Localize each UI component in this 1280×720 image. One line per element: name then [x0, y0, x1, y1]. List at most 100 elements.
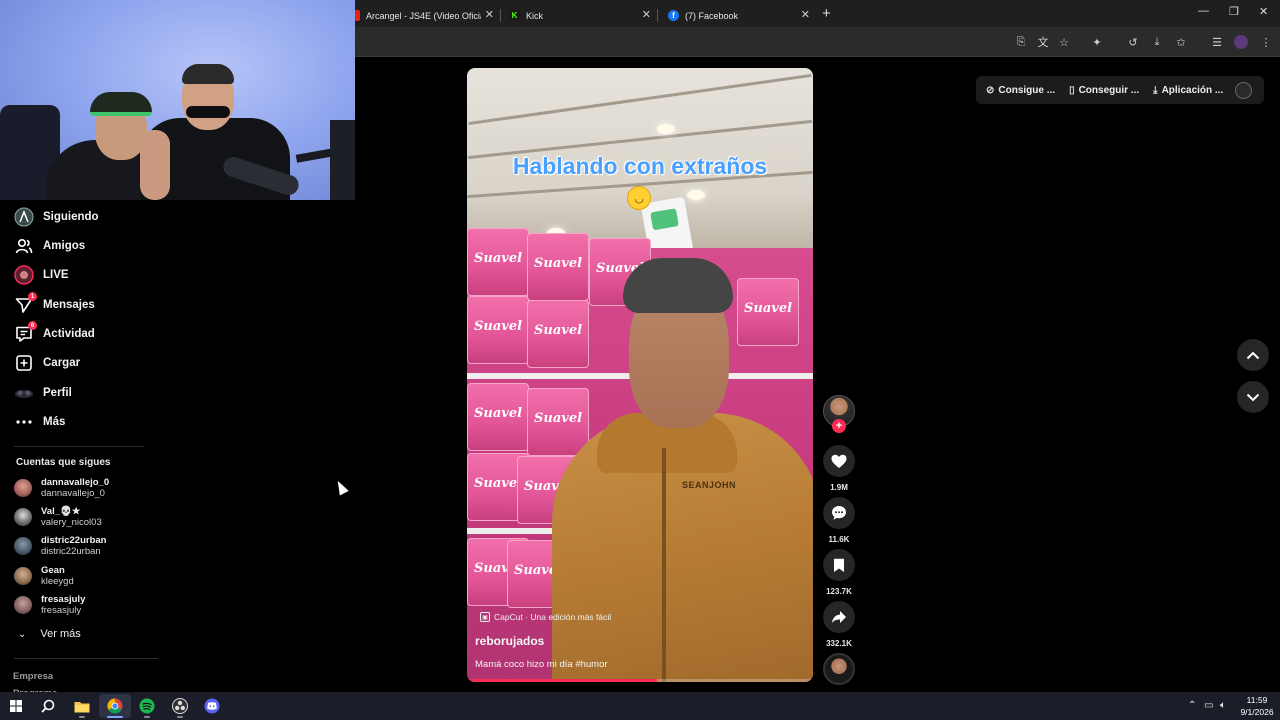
- close-tab-icon[interactable]: ✕: [642, 8, 651, 21]
- download-app-button[interactable]: ⤓ Aplicación ...: [1153, 85, 1223, 96]
- like-button[interactable]: [823, 445, 855, 477]
- more-icon: [14, 412, 34, 432]
- sidebar-item-label: Perfil: [43, 387, 72, 399]
- sidebar-item-upload[interactable]: Cargar: [14, 352, 80, 374]
- bookmark-star-icon[interactable]: ☆: [1057, 35, 1071, 49]
- sidebar-item-messages[interactable]: 1 Mensajes: [14, 292, 95, 316]
- favorites-icon[interactable]: ✩: [1174, 35, 1188, 49]
- restore-icon[interactable]: ❐: [1229, 5, 1239, 18]
- new-tab-button[interactable]: +: [822, 5, 831, 22]
- taskbar-file-explorer[interactable]: [66, 694, 98, 718]
- search-icon: [41, 699, 55, 713]
- chevron-down-icon: [1246, 393, 1260, 401]
- profile-avatar-icon[interactable]: [1234, 35, 1248, 49]
- sidebar-item-following[interactable]: Siguiendo: [14, 206, 99, 228]
- share-button[interactable]: [823, 601, 855, 633]
- taskbar-spotify[interactable]: [131, 694, 163, 718]
- followed-account[interactable]: Gean kleeygd: [14, 563, 74, 589]
- capcut-label: CapCut · Una edición más fácil: [494, 612, 612, 622]
- followed-account[interactable]: distric22urban distric22urban: [14, 533, 106, 559]
- like-action[interactable]: 1.9M: [823, 445, 855, 492]
- video-author[interactable]: reborujados: [475, 634, 544, 648]
- sidebar-item-live[interactable]: LIVE: [14, 264, 69, 286]
- pack-brand: Suavel: [474, 319, 523, 334]
- get-coins-button[interactable]: ⊘ Consigue ...: [986, 85, 1055, 96]
- show-hidden-icons-chevron-icon[interactable]: ⌃: [1188, 700, 1196, 711]
- windows-start-button[interactable]: [0, 694, 32, 718]
- history-icon[interactable]: ↺: [1126, 35, 1140, 49]
- coin-icon: ⊘: [986, 84, 995, 96]
- followed-account[interactable]: fresasjuly fresasjuly: [14, 592, 85, 618]
- minimize-icon[interactable]: —: [1198, 5, 1209, 17]
- next-video-button[interactable]: [1237, 381, 1269, 413]
- video-progress-bar[interactable]: [467, 679, 813, 682]
- avatar: [14, 596, 32, 614]
- sidebar-divider: [14, 658, 158, 659]
- avatar: [14, 508, 32, 526]
- chevron-down-icon: ⌄: [18, 628, 27, 640]
- tab-title: Arcangel - JS4E (Video Oficial) |: [366, 10, 481, 21]
- tab-kick[interactable]: K Kick ✕: [503, 4, 658, 27]
- friends-icon: [14, 236, 34, 256]
- translate-icon[interactable]: 文: [1036, 35, 1050, 49]
- share-action[interactable]: 332.1K: [823, 601, 855, 648]
- previous-video-button[interactable]: [1237, 339, 1269, 371]
- video-player[interactable]: Suavel Suavel Suavel Suavel Suavel Suave…: [467, 68, 813, 682]
- comment-button[interactable]: [823, 497, 855, 529]
- menu-kebab-icon[interactable]: ⋮: [1259, 35, 1273, 49]
- get-app-button[interactable]: ▯ Conseguir ...: [1069, 85, 1139, 96]
- account-name: distric22urban: [41, 535, 107, 546]
- following-avatar-icon: [14, 207, 34, 227]
- tab-facebook[interactable]: f (7) Facebook ✕: [662, 4, 816, 27]
- close-tab-icon[interactable]: ✕: [485, 8, 494, 21]
- windows-start-icon: [10, 700, 22, 712]
- system-clock[interactable]: 11:59 9/1/2026: [1238, 694, 1276, 718]
- reading-list-icon[interactable]: ☰: [1210, 35, 1224, 49]
- tab-title: Kick: [526, 10, 544, 21]
- taskbar-discord[interactable]: [196, 694, 228, 718]
- comment-action[interactable]: 11.6K: [823, 497, 855, 544]
- see-more-link[interactable]: ⌄ Ver más: [18, 628, 81, 640]
- capcut-template-link[interactable]: ▣ CapCut · Una edición más fácil: [480, 612, 611, 622]
- volume-icon[interactable]: 🔈︎: [1220, 700, 1226, 711]
- file-explorer-icon: [74, 701, 90, 712]
- close-window-icon[interactable]: ✕: [1259, 5, 1268, 18]
- followed-account[interactable]: dannavallejo_0 dannavallejo_0: [14, 475, 109, 501]
- product-pack: Suavel: [527, 233, 589, 301]
- download-icon: ⤓: [1153, 84, 1158, 96]
- video-caption: Hablando con extraños: [512, 153, 768, 179]
- phone-icon: ▯: [1069, 84, 1075, 96]
- tab-separator: [500, 9, 501, 22]
- save-button[interactable]: [823, 549, 855, 581]
- network-icon[interactable]: ▭: [1204, 700, 1213, 711]
- taskbar-obs[interactable]: [164, 694, 196, 718]
- running-indicator: [79, 716, 85, 718]
- user-avatar[interactable]: [1235, 82, 1252, 99]
- save-action[interactable]: 123.7K: [823, 549, 855, 596]
- streamer-left-cap: [90, 92, 152, 116]
- sidebar-item-profile[interactable]: Perfil: [14, 382, 72, 404]
- tab-title: (7) Facebook: [685, 10, 739, 21]
- avatar: [14, 537, 32, 555]
- sidebar-item-friends[interactable]: Amigos: [14, 235, 85, 257]
- close-tab-icon[interactable]: ✕: [801, 8, 810, 21]
- sidebar-item-more[interactable]: Más: [14, 411, 65, 433]
- screen: Arcangel - JS4E (Video Oficial) | ✕ K Ki…: [0, 0, 1280, 720]
- followed-account[interactable]: Val_💀★ valery_nicol03: [14, 504, 102, 530]
- pack-brand: Suavel: [474, 251, 523, 266]
- webcam-overlay: [0, 0, 355, 200]
- music-disc-avatar[interactable]: [823, 653, 855, 685]
- footer-company-link[interactable]: Empresa: [13, 671, 53, 682]
- follow-plus-button[interactable]: +: [832, 419, 846, 433]
- sidebar-item-activity[interactable]: 6 Actividad: [14, 321, 95, 345]
- taskbar-chrome[interactable]: [99, 694, 131, 718]
- taskbar-search-button[interactable]: [32, 694, 64, 718]
- extensions-icon[interactable]: ✦: [1090, 35, 1104, 49]
- download-icon[interactable]: ⤓: [1150, 35, 1164, 49]
- following-accounts-title: Cuentas que sigues: [16, 457, 111, 468]
- pack-brand: Suavel: [534, 323, 583, 338]
- install-app-icon[interactable]: ⎘: [1014, 35, 1028, 49]
- tab-youtube[interactable]: Arcangel - JS4E (Video Oficial) | ✕: [354, 4, 501, 27]
- get-coins-label: Consigue ...: [998, 84, 1056, 96]
- profile-icon: [14, 383, 34, 403]
